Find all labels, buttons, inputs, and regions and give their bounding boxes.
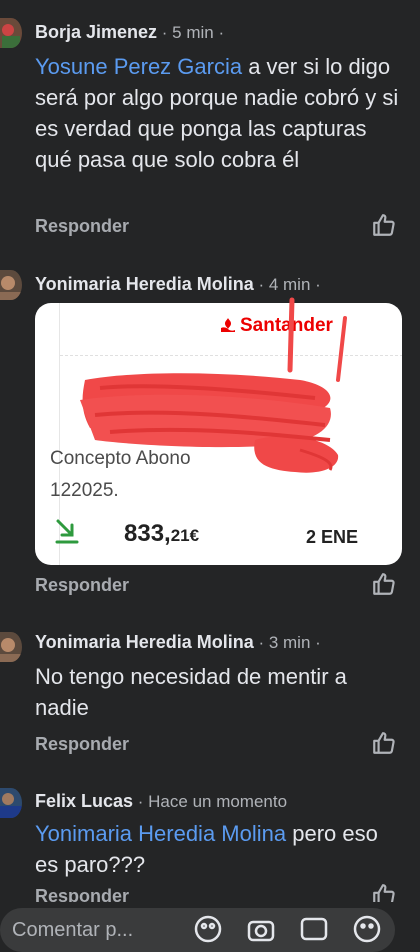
comment-time: · 3 min · [253,633,321,652]
comment-author[interactable]: Felix Lucas · Hace un momento [35,791,287,812]
brand-name: Santander [240,315,333,336]
gif-icon[interactable] [299,914,329,944]
transfer-date: 2 ENE [306,527,359,547]
like-icon[interactable] [371,730,397,756]
transfer-amount: 833,21€ [124,520,199,548]
concept-line-2: 122025. [50,480,119,501]
comment-time: · 4 min · [253,275,321,294]
author-name[interactable]: Felix Lucas [35,791,133,811]
comment-time: · Hace un momento [133,792,288,811]
avatar[interactable] [0,18,22,48]
reply-button[interactable]: Responder [35,734,129,755]
mention-link[interactable]: Yosune Perez Garcia [35,54,242,79]
reply-button[interactable]: Responder [35,216,129,237]
santander-flame-icon [221,318,235,332]
author-name[interactable]: Yonimaria Heredia Molina [35,274,254,294]
camera-icon[interactable] [246,914,276,944]
comment-author[interactable]: Borja Jimenez · 5 min · [35,22,224,43]
emoji-icon[interactable] [352,914,382,944]
comment-author[interactable]: Yonimaria Heredia Molina · 4 min · [35,274,321,295]
avatar[interactable] [0,270,22,300]
comment-text: Yonimaria Heredia Molina pero eso es par… [35,818,405,880]
comment-composer: Comentar p... [0,902,420,952]
santander-logo: Santander [220,315,333,337]
comment-body: No tengo necesidad de mentir a nadie [35,664,347,720]
avatar[interactable] [0,632,22,662]
concept-line-1: Concepto Abono [50,448,191,469]
like-icon[interactable] [371,571,397,597]
transfer-screenshot[interactable]: Santander [35,303,402,565]
like-icon[interactable] [371,212,397,238]
author-name[interactable]: Borja Jimenez [35,22,157,42]
comment-felix: Felix Lucas · Hace un momento Yonimaria … [0,770,420,906]
sticker-icon[interactable] [193,914,223,944]
receipt-panel: Santander [59,303,402,565]
reply-button[interactable]: Responder [35,575,129,596]
mention-link[interactable]: Yonimaria Heredia Molina [35,821,286,846]
avatar[interactable] [0,788,22,818]
comment-author[interactable]: Yonimaria Heredia Molina · 3 min · [35,632,321,653]
comment-time: · 5 min · [157,23,225,42]
comment-input-placeholder: Comentar p... [12,919,134,941]
amount-cents: 21€ [170,526,200,545]
transfer-concept: Concepto Abono 122025. [50,443,191,507]
author-name[interactable]: Yonimaria Heredia Molina [35,632,254,652]
comment-text: Yosune Perez Garcia a ver si lo digo ser… [35,51,405,175]
divider [60,355,402,356]
amount-main: 833, [124,520,171,547]
incoming-transfer-icon [55,519,79,544]
comment-yonimaria-2: Yonimaria Heredia Molina · 3 min · No te… [0,610,420,770]
comment-borja: Borja Jimenez · 5 min · Yosune Perez Gar… [0,0,420,250]
